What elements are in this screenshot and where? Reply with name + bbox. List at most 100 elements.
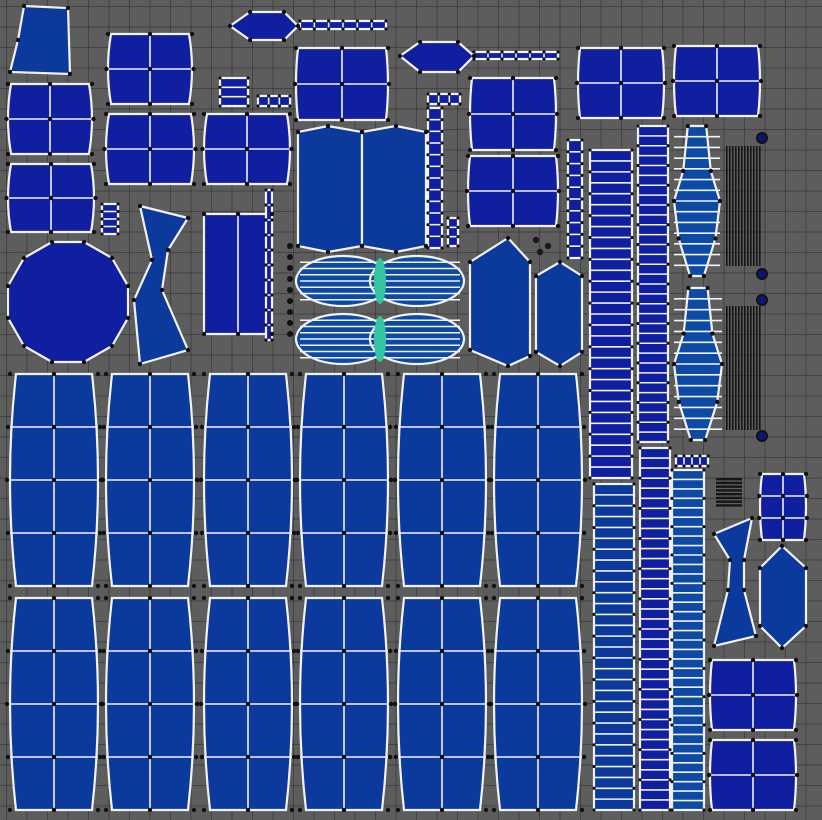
- uv-island-22[interactable]: [202, 212, 274, 336]
- uv-ladder-bar[interactable]: [729, 306, 731, 430]
- uv-island-face[interactable]: [6, 240, 130, 364]
- uv-pin-island[interactable]: [756, 430, 768, 442]
- uv-strip-33[interactable]: [588, 148, 634, 480]
- uv-island-cap[interactable]: [6, 240, 130, 364]
- uv-vertex: [793, 657, 799, 663]
- uv-ladder-bar[interactable]: [753, 306, 755, 430]
- uv-vertex: [636, 282, 640, 286]
- uv-ladder-bar[interactable]: [747, 306, 749, 430]
- uv-pin-island[interactable]: [756, 294, 768, 306]
- uv-island-face[interactable]: [360, 124, 428, 254]
- uv-island-31[interactable]: [534, 260, 584, 368]
- uv-island-face[interactable]: [468, 236, 532, 368]
- uv-ladder-bar[interactable]: [759, 306, 761, 430]
- uv-vertex: [592, 525, 596, 530]
- uv-ladder-bar[interactable]: [759, 146, 761, 266]
- uv-ladder-bar[interactable]: [747, 146, 749, 266]
- uv-strip-37[interactable]: [670, 468, 706, 812]
- uv-barrel-28[interactable]: [294, 254, 466, 308]
- uv-vertex: [15, 37, 21, 43]
- uv-lathe-39[interactable]: [672, 124, 722, 278]
- uv-ladder-bar[interactable]: [716, 481, 742, 485]
- uv-island-25[interactable]: [360, 124, 428, 254]
- uv-ladder-bar[interactable]: [716, 496, 742, 500]
- uv-ladder-bar[interactable]: [716, 504, 742, 507]
- uv-ladder-bar[interactable]: [716, 500, 742, 503]
- uv-vertex: [270, 338, 274, 342]
- uv-pin-island[interactable]: [544, 242, 552, 250]
- uv-strip-27[interactable]: [446, 216, 460, 248]
- uv-ladder-bar[interactable]: [716, 489, 742, 492]
- uv-barrel-29[interactable]: [294, 312, 466, 366]
- uv-strip-35[interactable]: [636, 124, 670, 444]
- uv-island-20[interactable]: [132, 204, 190, 366]
- uv-ladder-bar[interactable]: [732, 306, 734, 430]
- uv-island-44[interactable]: [758, 544, 808, 650]
- uv-island-43[interactable]: [758, 472, 808, 542]
- uv-vertex: [510, 147, 516, 153]
- uv-island-face[interactable]: [398, 40, 476, 74]
- uv-ladder-bar[interactable]: [716, 478, 742, 481]
- uv-strip-16[interactable]: [218, 76, 250, 108]
- uv-strip-face[interactable]: [218, 76, 250, 108]
- uv-island-24[interactable]: [296, 124, 364, 254]
- uv-island-face[interactable]: [296, 124, 364, 254]
- uv-strip-face[interactable]: [256, 94, 292, 108]
- uv-vertex: [5, 161, 11, 167]
- uv-ladder-42[interactable]: [726, 306, 761, 430]
- uv-strip-26[interactable]: [426, 106, 444, 250]
- uv-strip-17[interactable]: [256, 94, 292, 108]
- uv-editor-viewport[interactable]: [0, 0, 822, 820]
- uv-pin-island[interactable]: [756, 268, 768, 280]
- uv-ladder-bar[interactable]: [744, 146, 746, 266]
- uv-ladder-bar[interactable]: [753, 146, 755, 266]
- uv-island-face[interactable]: [534, 260, 584, 368]
- uv-ladder-bar[interactable]: [738, 146, 740, 266]
- uv-ladder-bar[interactable]: [744, 306, 746, 430]
- uv-strip-19[interactable]: [100, 202, 120, 236]
- uv-island-face[interactable]: [228, 10, 300, 42]
- uv-vertex: [666, 321, 670, 326]
- uv-ladder-bar[interactable]: [732, 146, 734, 266]
- uv-ladder-bar[interactable]: [738, 306, 740, 430]
- uv-ladder-bar[interactable]: [716, 493, 742, 496]
- uv-lathe-40[interactable]: [672, 286, 724, 442]
- uv-strip-34[interactable]: [592, 482, 636, 812]
- uv-ladder-bar[interactable]: [750, 146, 752, 266]
- uv-ladder-bar[interactable]: [726, 306, 728, 430]
- uv-pin-island[interactable]: [536, 248, 544, 256]
- uv-ladder-41[interactable]: [726, 146, 761, 266]
- uv-island-14[interactable]: [398, 40, 476, 74]
- uv-islands-canvas[interactable]: [0, 0, 822, 820]
- uv-ladder-bar[interactable]: [716, 485, 742, 488]
- uv-ladder-47[interactable]: [716, 478, 742, 507]
- uv-pin-island[interactable]: [532, 236, 540, 244]
- uv-island-12[interactable]: [228, 10, 300, 42]
- uv-strip-36[interactable]: [638, 446, 672, 812]
- uv-strip-face[interactable]: [426, 92, 462, 106]
- uv-ladder-bar[interactable]: [756, 146, 758, 266]
- uv-ladder-bar[interactable]: [735, 146, 737, 266]
- uv-ladder-bar[interactable]: [741, 146, 743, 266]
- uv-vertex: [147, 146, 153, 152]
- uv-ladder-bar[interactable]: [735, 306, 737, 430]
- uv-pin-island[interactable]: [756, 132, 768, 144]
- uv-ladder-bar[interactable]: [750, 306, 752, 430]
- uv-island-face[interactable]: [758, 544, 808, 650]
- uv-island-21[interactable]: [712, 516, 758, 648]
- uv-strip-face[interactable]: [446, 216, 460, 248]
- uv-ladder-bar[interactable]: [726, 146, 728, 266]
- uv-vertex: [131, 297, 137, 303]
- uv-vertex: [201, 181, 207, 187]
- uv-vertex: [557, 363, 563, 369]
- uv-island-face[interactable]: [712, 516, 758, 648]
- uv-island-face[interactable]: [132, 204, 190, 366]
- uv-island-30[interactable]: [468, 236, 532, 368]
- uv-vertex: [690, 454, 694, 458]
- uv-ladder-bar[interactable]: [741, 306, 743, 430]
- uv-ladder-bar[interactable]: [729, 146, 731, 266]
- uv-strip-32[interactable]: [566, 138, 584, 260]
- uv-ladder-bar[interactable]: [756, 306, 758, 430]
- uv-vertex: [666, 420, 670, 424]
- uv-strip-18[interactable]: [426, 92, 462, 106]
